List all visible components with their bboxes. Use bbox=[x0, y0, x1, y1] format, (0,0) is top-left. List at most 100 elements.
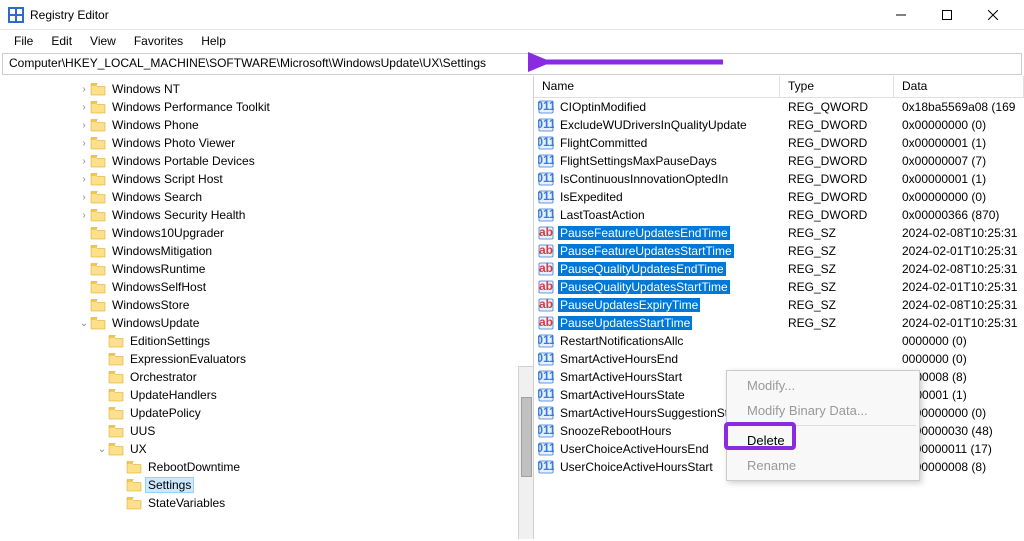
expander-closed-icon[interactable]: › bbox=[78, 102, 90, 113]
tree-item[interactable]: UUS bbox=[78, 422, 533, 440]
value-type: REG_SZ bbox=[780, 262, 894, 276]
value-row[interactable]: 011ExcludeWUDriversInQualityUpdateREG_DW… bbox=[534, 116, 1024, 134]
tree-item[interactable]: ›Windows Performance Toolkit bbox=[78, 98, 533, 116]
binary-value-icon: 011 bbox=[538, 171, 554, 187]
maximize-button[interactable] bbox=[924, 0, 970, 30]
svg-text:011: 011 bbox=[538, 387, 554, 401]
ctx-modify[interactable]: Modify... bbox=[729, 373, 917, 398]
tree-item[interactable]: UpdateHandlers bbox=[78, 386, 533, 404]
scrollbar-thumb[interactable] bbox=[521, 397, 532, 477]
value-data: 0x00000001 (1) bbox=[894, 172, 1024, 186]
tree-item[interactable]: RebootDowntime bbox=[78, 458, 533, 476]
tree-item[interactable]: UpdatePolicy bbox=[78, 404, 533, 422]
tree-item[interactable]: ExpressionEvaluators bbox=[78, 350, 533, 368]
expander-closed-icon[interactable]: › bbox=[78, 84, 90, 95]
menu-view[interactable]: View bbox=[82, 32, 124, 50]
value-row[interactable]: abPauseFeatureUpdatesEndTimeREG_SZ2024-0… bbox=[534, 224, 1024, 242]
value-row[interactable]: abPauseFeatureUpdatesStartTimeREG_SZ2024… bbox=[534, 242, 1024, 260]
value-row[interactable]: 011IsContinuousInnovationOptedInREG_DWOR… bbox=[534, 170, 1024, 188]
tree-item[interactable]: WindowsStore bbox=[78, 296, 533, 314]
value-row[interactable]: abPauseUpdatesExpiryTimeREG_SZ2024-02-08… bbox=[534, 296, 1024, 314]
svg-text:011: 011 bbox=[538, 171, 554, 185]
tree-item[interactable]: EditionSettings bbox=[78, 332, 533, 350]
tree-item[interactable]: ›Windows Phone bbox=[78, 116, 533, 134]
folder-icon bbox=[90, 118, 106, 132]
menu-help[interactable]: Help bbox=[193, 32, 234, 50]
expander-closed-icon[interactable]: › bbox=[78, 120, 90, 131]
tree-item[interactable]: ›Windows NT bbox=[78, 80, 533, 98]
binary-value-icon: 011 bbox=[538, 441, 554, 457]
tree-item[interactable]: ›Windows Portable Devices bbox=[78, 152, 533, 170]
ctx-delete[interactable]: Delete bbox=[729, 428, 917, 453]
value-row[interactable]: 011CIOptinModifiedREG_QWORD0x18ba5569a08… bbox=[534, 98, 1024, 116]
expander-closed-icon[interactable]: › bbox=[78, 156, 90, 167]
close-button[interactable] bbox=[970, 0, 1016, 30]
value-row[interactable]: abPauseUpdatesStartTimeREG_SZ2024-02-01T… bbox=[534, 314, 1024, 332]
ctx-separator bbox=[730, 425, 916, 426]
tree-item[interactable]: WindowsSelfHost bbox=[78, 278, 533, 296]
svg-text:011: 011 bbox=[538, 207, 554, 221]
column-data[interactable]: Data bbox=[894, 76, 1024, 97]
column-type[interactable]: Type bbox=[780, 76, 894, 97]
tree-item[interactable]: ›Windows Photo Viewer bbox=[78, 134, 533, 152]
folder-icon bbox=[108, 352, 124, 366]
tree-item[interactable]: Settings bbox=[78, 476, 533, 494]
app-icon bbox=[8, 7, 24, 23]
value-type: REG_QWORD bbox=[780, 100, 894, 114]
expander-open-icon[interactable]: ⌄ bbox=[78, 318, 90, 329]
value-name: PauseUpdatesStartTime bbox=[558, 316, 692, 330]
tree-item[interactable]: Orchestrator bbox=[78, 368, 533, 386]
value-row[interactable]: 011IsExpeditedREG_DWORD0x00000000 (0) bbox=[534, 188, 1024, 206]
value-data: 0x18ba5569a08 (169 bbox=[894, 100, 1024, 114]
svg-text:ab: ab bbox=[539, 225, 553, 239]
tree-item[interactable]: WindowsRuntime bbox=[78, 260, 533, 278]
value-type: REG_SZ bbox=[780, 316, 894, 330]
expander-closed-icon[interactable]: › bbox=[78, 210, 90, 221]
string-value-icon: ab bbox=[538, 315, 554, 331]
value-row[interactable]: 011SmartActiveHoursEnd0000000 (0) bbox=[534, 350, 1024, 368]
value-row[interactable]: 011LastToastActionREG_DWORD0x00000366 (8… bbox=[534, 206, 1024, 224]
tree-item[interactable]: ›Windows Security Health bbox=[78, 206, 533, 224]
tree-item[interactable]: ›Windows Script Host bbox=[78, 170, 533, 188]
binary-value-icon: 011 bbox=[538, 369, 554, 385]
expander-closed-icon[interactable]: › bbox=[78, 138, 90, 149]
address-bar[interactable]: Computer\HKEY_LOCAL_MACHINE\SOFTWARE\Mic… bbox=[2, 53, 1022, 75]
menu-favorites[interactable]: Favorites bbox=[126, 32, 191, 50]
folder-icon bbox=[90, 172, 106, 186]
address-text: Computer\HKEY_LOCAL_MACHINE\SOFTWARE\Mic… bbox=[9, 56, 486, 70]
expander-closed-icon[interactable]: › bbox=[78, 192, 90, 203]
folder-icon bbox=[90, 226, 106, 240]
tree-item[interactable]: WindowsMitigation bbox=[78, 242, 533, 260]
menu-edit[interactable]: Edit bbox=[43, 32, 80, 50]
tree-scrollbar[interactable] bbox=[518, 366, 534, 539]
expander-open-icon[interactable]: ⌄ bbox=[96, 444, 108, 455]
tree-pane[interactable]: ›Windows NT›Windows Performance Toolkit›… bbox=[0, 76, 534, 539]
tree-item-label: Windows Search bbox=[110, 190, 204, 204]
value-row[interactable]: abPauseQualityUpdatesStartTimeREG_SZ2024… bbox=[534, 278, 1024, 296]
value-row[interactable]: abPauseQualityUpdatesEndTimeREG_SZ2024-0… bbox=[534, 260, 1024, 278]
value-row[interactable]: 011FlightCommittedREG_DWORD0x00000001 (1… bbox=[534, 134, 1024, 152]
value-name: PauseQualityUpdatesStartTime bbox=[558, 280, 730, 294]
tree-item-label: UUS bbox=[128, 424, 157, 438]
tree-item[interactable]: StateVariables bbox=[78, 494, 533, 512]
column-name[interactable]: Name bbox=[534, 76, 780, 97]
menu-file[interactable]: File bbox=[6, 32, 41, 50]
value-row[interactable]: 011FlightSettingsMaxPauseDaysREG_DWORD0x… bbox=[534, 152, 1024, 170]
minimize-button[interactable] bbox=[878, 0, 924, 30]
context-menu: Modify... Modify Binary Data... Delete R… bbox=[726, 370, 920, 481]
tree-item[interactable]: ⌄WindowsUpdate bbox=[78, 314, 533, 332]
tree-item-label: EditionSettings bbox=[128, 334, 212, 348]
expander-closed-icon[interactable]: › bbox=[78, 174, 90, 185]
value-data: 0x00000001 (1) bbox=[894, 136, 1024, 150]
value-row[interactable]: 011RestartNotificationsAllc0000000 (0) bbox=[534, 332, 1024, 350]
tree-item-label: ExpressionEvaluators bbox=[128, 352, 248, 366]
string-value-icon: ab bbox=[538, 297, 554, 313]
tree-item[interactable]: › Windows Search bbox=[78, 188, 533, 206]
tree-item-label: Windows10Upgrader bbox=[110, 226, 226, 240]
ctx-rename[interactable]: Rename bbox=[729, 453, 917, 478]
folder-icon bbox=[90, 316, 106, 330]
value-name: UserChoiceActiveHoursStart bbox=[558, 460, 715, 474]
tree-item[interactable]: Windows10Upgrader bbox=[78, 224, 533, 242]
ctx-modify-binary[interactable]: Modify Binary Data... bbox=[729, 398, 917, 423]
tree-item[interactable]: ⌄UX bbox=[78, 440, 533, 458]
